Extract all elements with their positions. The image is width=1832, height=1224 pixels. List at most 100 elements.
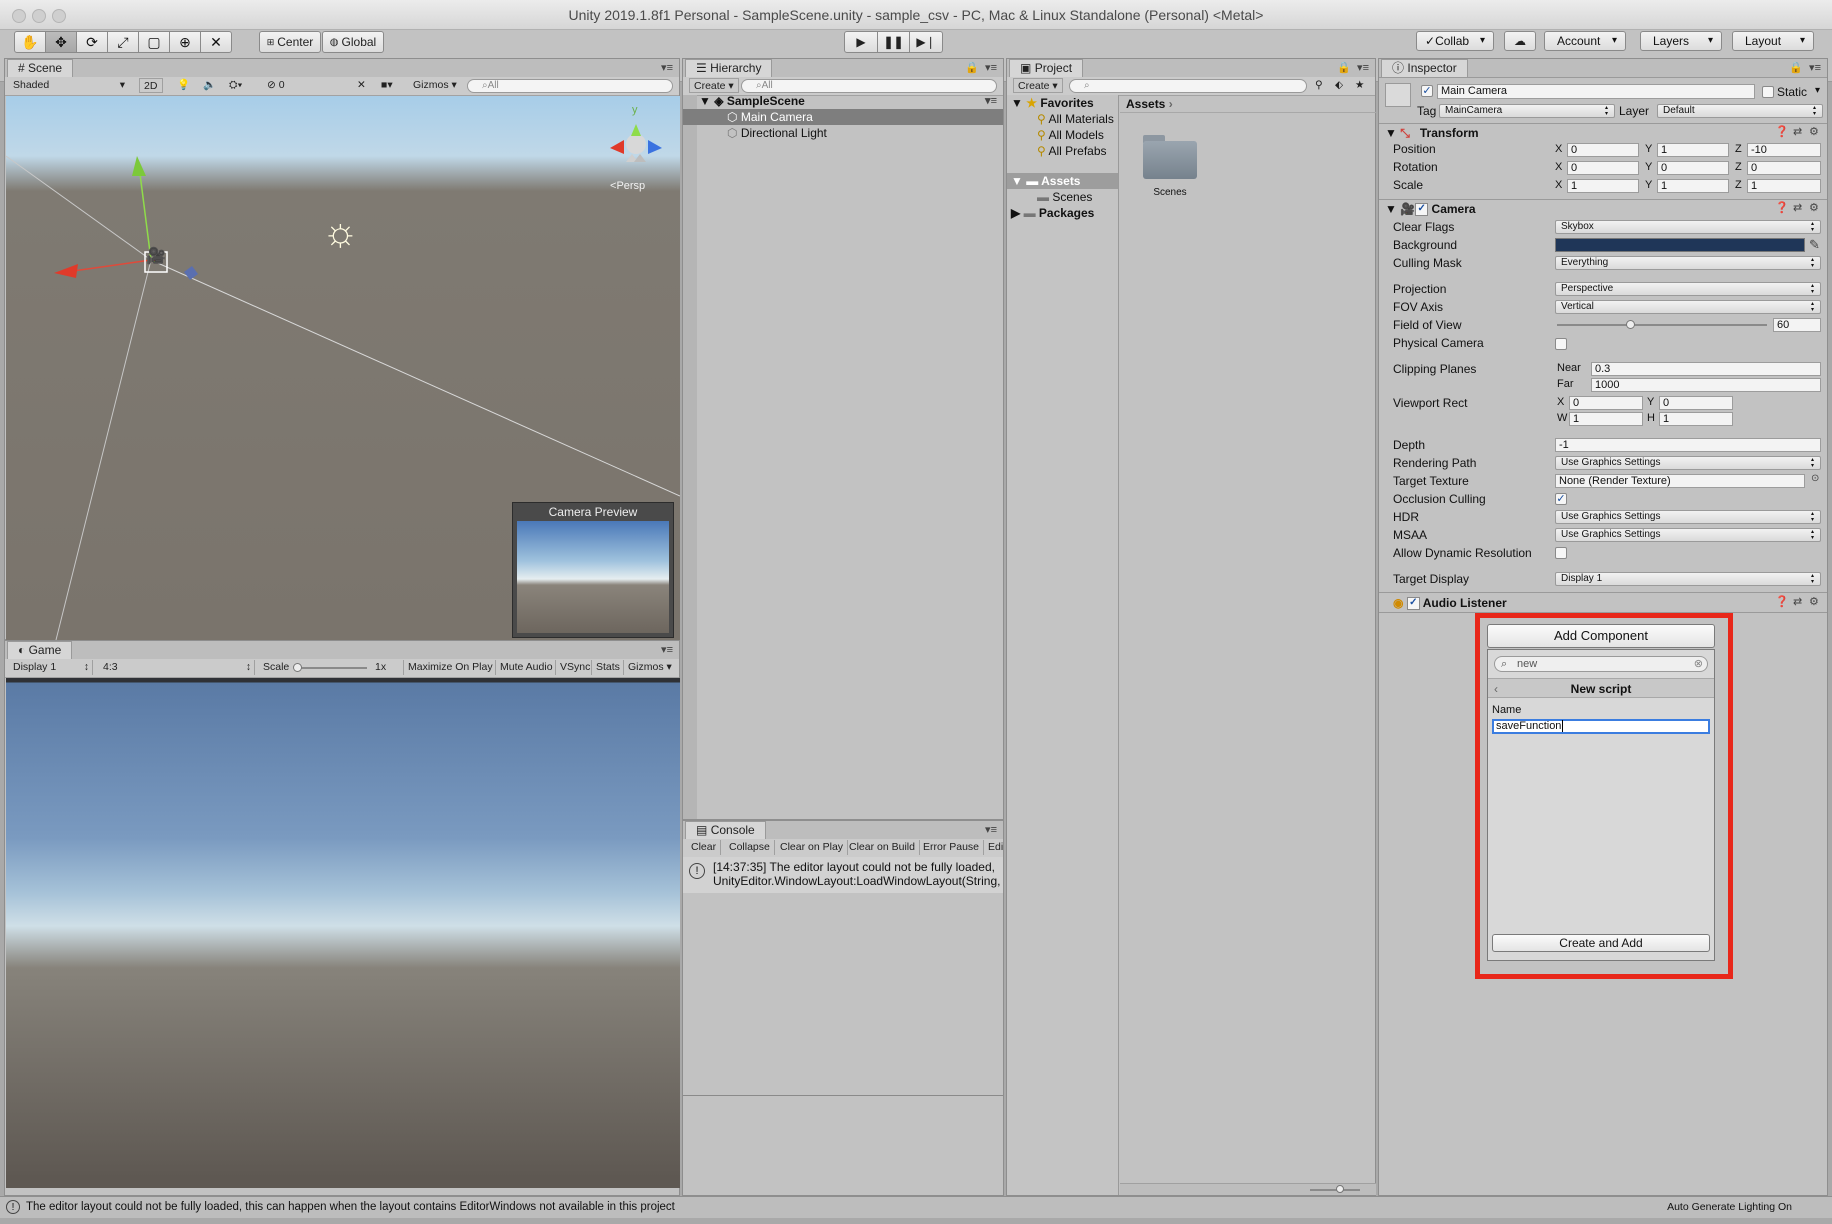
lighting-toggle-icon[interactable]: 💡 [173, 78, 194, 93]
favorite-star-icon[interactable]: ★ [1351, 78, 1368, 93]
tab-game[interactable]: ◐ Game [7, 641, 73, 659]
scale-y-field[interactable]: 1 [1657, 179, 1729, 193]
scene-search-input[interactable]: ⌕All [467, 79, 673, 93]
directional-light-icon[interactable]: ☼ [322, 212, 359, 252]
viewport-w-field[interactable]: 1 [1569, 412, 1643, 426]
far-field[interactable]: 1000 [1591, 378, 1821, 392]
help-icon[interactable]: ❓ [1775, 595, 1789, 608]
tag-dropdown[interactable]: MainCamera [1439, 104, 1615, 118]
lock-icon[interactable]: 🔒 [1789, 61, 1803, 74]
assets-row[interactable]: ▼ ▬ Assets [1007, 173, 1118, 189]
viewport-h-field[interactable]: 1 [1659, 412, 1733, 426]
layer-dropdown[interactable]: Default [1657, 104, 1823, 118]
step-button[interactable]: ▶❘ [909, 31, 943, 53]
scene-root-row[interactable]: ▼ ◈ SampleScene ▾≡ [683, 93, 1003, 109]
layout-dropdown[interactable]: Layout [1732, 31, 1814, 51]
scale-tool-icon[interactable]: ⤢ [107, 31, 139, 53]
rotation-x-field[interactable]: 0 [1567, 161, 1639, 175]
target-display-dropdown[interactable]: Display 1 [1555, 572, 1821, 586]
cloud-button[interactable]: ☁ [1504, 31, 1536, 51]
fov-axis-dropdown[interactable]: Vertical [1555, 300, 1821, 314]
help-icon[interactable]: ❓ [1775, 125, 1789, 138]
console-log-entry[interactable]: ! [14:37:35] The editor layout could not… [683, 857, 1003, 893]
gizmos-dropdown[interactable]: Gizmos ▾ [409, 78, 461, 93]
project-create-dropdown[interactable]: Create ▾ [1013, 78, 1063, 93]
audio-listener-enabled-checkbox[interactable]: ✓ [1406, 597, 1420, 611]
hierarchy-create-dropdown[interactable]: Create ▾ [689, 78, 739, 93]
panel-menu-icon[interactable]: ▾≡ [985, 823, 997, 836]
favorites-row[interactable]: ▼ ★ Favorites [1007, 95, 1118, 111]
gear-icon[interactable]: ⚙ [1809, 595, 1819, 608]
occlusion-culling-checkbox[interactable]: ✓ [1555, 493, 1567, 505]
projection-dropdown[interactable]: Perspective [1555, 282, 1821, 296]
console-clear-button[interactable]: Clear [687, 840, 722, 855]
panel-menu-icon[interactable]: ▾≡ [661, 643, 673, 656]
move-tool-icon[interactable]: ✥ [45, 31, 77, 53]
console-clear-on-build-button[interactable]: Clear on Build [845, 840, 920, 855]
game-viewport[interactable] [6, 678, 680, 1188]
persp-label[interactable]: <Persp [610, 180, 645, 192]
static-checkbox[interactable] [1762, 86, 1774, 98]
help-icon[interactable]: ❓ [1775, 201, 1789, 214]
rotate-tool-icon[interactable]: ⟳ [76, 31, 108, 53]
clear-search-icon[interactable]: ⊗ [1694, 657, 1703, 671]
transform-tool-icon[interactable]: ⊕ [169, 31, 201, 53]
hidden-objects-toggle[interactable]: ⊘ 0 [263, 78, 289, 93]
filter-type-icon[interactable]: ⚲ [1311, 78, 1327, 93]
scene-viewport[interactable]: 🎥 ☼ y <Persp Camera Preview [6, 96, 680, 640]
eyedropper-icon[interactable]: ✎ [1809, 237, 1820, 253]
aspect-dropdown[interactable]: 4:3 ↕ [99, 660, 255, 675]
filter-label-icon[interactable]: ⬖ [1331, 78, 1347, 93]
effects-toggle-icon[interactable]: ⛭▾ [225, 78, 247, 93]
favorite-all-models[interactable]: ⚲ All Models [1007, 127, 1118, 143]
static-dropdown-icon[interactable]: ▾ [1815, 85, 1820, 96]
clear-flags-dropdown[interactable]: Skybox [1555, 220, 1821, 234]
pivot-center-button[interactable]: ⊞ Center [259, 31, 321, 53]
console-splitter[interactable] [683, 1095, 1003, 1096]
hierarchy-item-directional-light[interactable]: ⬡ Directional Light [683, 125, 1003, 141]
dynamic-resolution-checkbox[interactable] [1555, 547, 1567, 559]
status-message[interactable]: The editor layout could not be fully loa… [26, 1201, 675, 1213]
tab-console[interactable]: ▤ Console [685, 821, 766, 839]
position-x-field[interactable]: 0 [1567, 143, 1639, 157]
orientation-gizmo[interactable] [598, 102, 678, 182]
audio-listener-header[interactable]: ◉ ✓ Audio Listener [1379, 594, 1827, 612]
play-button[interactable]: ▶ [844, 31, 878, 53]
packages-row[interactable]: ▶ ▬ Packages [1007, 205, 1118, 221]
custom-tool-icon[interactable]: ✕ [200, 31, 232, 53]
global-local-button[interactable]: ◍ Global [322, 31, 384, 53]
rotation-z-field[interactable]: 0 [1747, 161, 1821, 175]
auto-generate-lighting-status[interactable]: Auto Generate Lighting On [1667, 1201, 1792, 1213]
maximize-on-play-toggle[interactable]: Maximize On Play [403, 660, 497, 675]
msaa-dropdown[interactable]: Use Graphics Settings [1555, 528, 1821, 542]
scenes-folder-tile[interactable] [1141, 131, 1199, 179]
panel-menu-icon[interactable]: ▾≡ [985, 61, 997, 74]
pause-button[interactable]: ❚❚ [877, 31, 910, 53]
fov-slider-thumb[interactable] [1626, 320, 1636, 329]
hdr-dropdown[interactable]: Use Graphics Settings [1555, 510, 1821, 524]
panel-menu-icon[interactable]: ▾≡ [1357, 61, 1369, 74]
scenes-folder-row[interactable]: ▬ Scenes [1007, 189, 1118, 205]
favorite-all-materials[interactable]: ⚲ All Materials [1007, 111, 1118, 127]
component-search-input[interactable]: ⌕ new ⊗ [1494, 656, 1708, 672]
preset-icon[interactable]: ⇄ [1793, 201, 1802, 214]
collab-dropdown[interactable]: ✓Collab [1416, 31, 1494, 51]
vsync-toggle[interactable]: VSync [555, 660, 594, 675]
lock-icon[interactable]: 🔒 [965, 61, 979, 74]
depth-field[interactable]: -1 [1555, 438, 1821, 452]
audio-toggle-icon[interactable]: 🔈 [199, 78, 220, 93]
project-search-input[interactable]: ⌕ [1069, 79, 1307, 93]
transform-header[interactable]: ▼ ⤡ Transform [1379, 124, 1827, 142]
layers-dropdown[interactable]: Layers [1640, 31, 1722, 51]
camera-gizmo-icon[interactable]: 🎥 [146, 246, 166, 266]
camera-header[interactable]: ▼ 🎥 ✓ Camera [1379, 200, 1827, 218]
rotation-y-field[interactable]: 0 [1657, 161, 1729, 175]
tab-scene[interactable]: # Scene [7, 59, 74, 77]
project-breadcrumb[interactable]: Assets › [1120, 95, 1376, 113]
lock-icon[interactable]: 🔒 [1337, 61, 1351, 74]
hierarchy-search-input[interactable]: ⌕All [741, 79, 997, 93]
object-name-field[interactable]: Main Camera [1437, 84, 1755, 99]
culling-mask-dropdown[interactable]: Everything [1555, 256, 1821, 270]
tools-icon[interactable]: ✕ [353, 78, 370, 93]
display-dropdown[interactable]: Display 1 ↕ [9, 660, 93, 675]
